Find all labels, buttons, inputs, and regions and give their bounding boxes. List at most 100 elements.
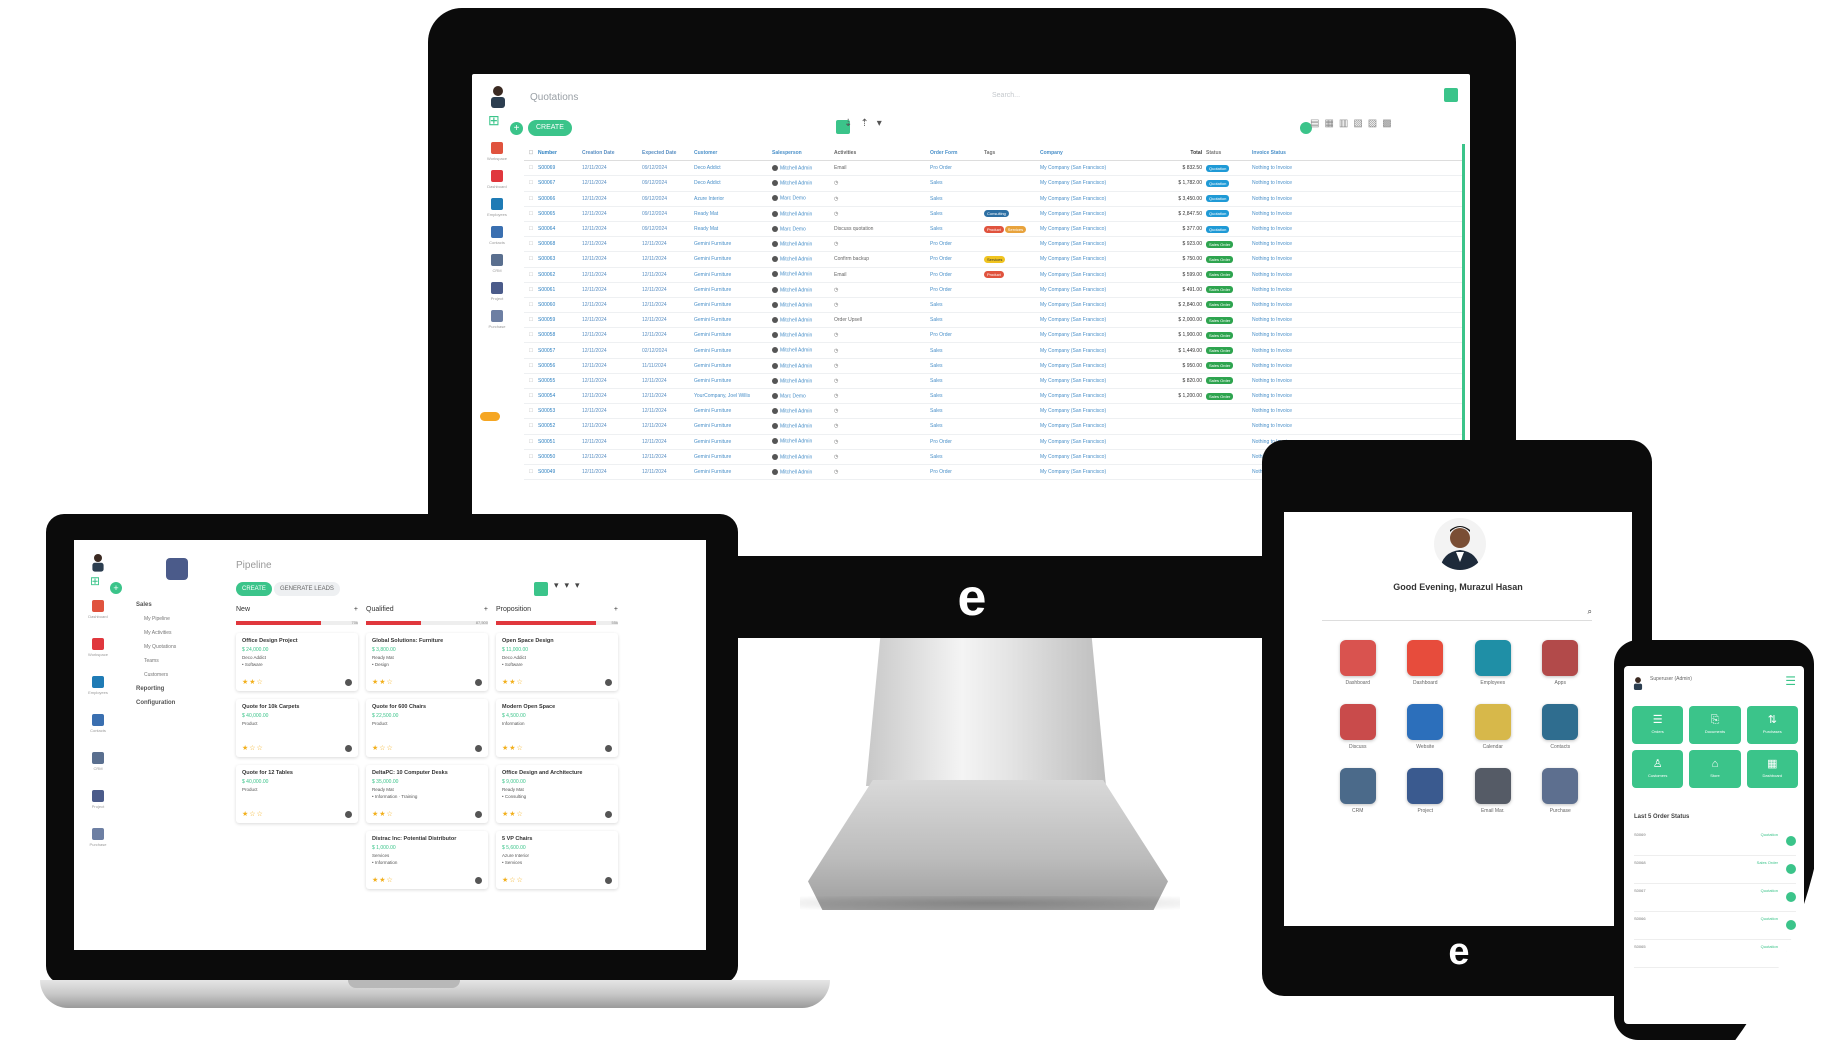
search-icon[interactable]: ⌕ <box>1588 607 1592 617</box>
activity[interactable]: ◷ <box>834 180 930 186</box>
column-add-icon[interactable]: + <box>484 606 488 618</box>
sidebar-item[interactable]: Contacts <box>78 714 118 752</box>
activity[interactable]: ◷ <box>834 423 930 429</box>
search-button[interactable] <box>1444 88 1458 102</box>
activity[interactable]: ◷ <box>834 469 930 475</box>
menu-customers[interactable]: Customers <box>136 672 176 686</box>
table-row[interactable]: ☐ S00058 12/11/2024 12/11/2024 Gemini Furnit… <box>524 328 1464 344</box>
table-row[interactable]: ☐ S00061 12/11/2024 12/11/2024 Gemini Furnit… <box>524 283 1464 298</box>
column-header[interactable]: Order Form <box>930 150 984 156</box>
menu-teams[interactable]: Teams <box>136 658 176 672</box>
toolbar-icons[interactable]: ▾▾▾ <box>554 580 586 591</box>
table-row[interactable]: ☐ S00052 12/11/2024 12/11/2024 Gemini Furnit… <box>524 419 1464 435</box>
kanban-card[interactable]: Global Solutions: Furniture $ 3,800.00 Rea… <box>366 633 488 691</box>
table-row[interactable]: ☐ S00065 12/11/2024 09/12/2024 Ready Mat Mitc… <box>524 207 1464 222</box>
sidebar-item[interactable]: Contacts <box>482 226 512 252</box>
activity[interactable]: ◷ <box>834 332 930 338</box>
app-tile[interactable]: Discuss <box>1324 704 1392 750</box>
row-checkbox[interactable]: ☐ <box>524 180 538 186</box>
quotation-number[interactable]: S00058 <box>538 332 582 338</box>
sidebar-item[interactable]: Workspace <box>482 142 512 168</box>
user-avatar-icon[interactable] <box>488 84 508 108</box>
quotation-number[interactable]: S00063 <box>538 256 582 262</box>
customer-link[interactable]: Deco Addict <box>694 180 772 186</box>
row-checkbox[interactable]: ☐ <box>524 256 538 262</box>
column-header[interactable]: Expected Date <box>642 150 694 156</box>
app-tile[interactable]: Purchase <box>1527 768 1595 814</box>
column-header[interactable]: Company <box>1040 150 1160 156</box>
apps-grid-icon[interactable]: ⊞ <box>90 574 100 588</box>
column-header[interactable]: Total <box>1160 150 1206 156</box>
toolbar-icons[interactable]: ⇣⇡▾ <box>844 118 890 129</box>
activity[interactable]: ◷ <box>834 211 930 217</box>
quotation-number[interactable]: S00067 <box>538 180 582 186</box>
row-checkbox[interactable]: ☐ <box>524 241 538 247</box>
priority-stars[interactable]: ★☆☆ <box>242 810 264 818</box>
row-checkbox[interactable]: ☐ <box>524 363 538 369</box>
activity[interactable]: Discuss quotation <box>834 226 930 232</box>
activity[interactable]: ◷ <box>834 378 930 384</box>
table-row[interactable]: ☐ S00060 12/11/2024 12/11/2024 Gemini Furnit… <box>524 298 1464 314</box>
customer-link[interactable]: Gemini Furniture <box>694 256 772 262</box>
table-row[interactable]: ☐ S00059 12/11/2024 12/11/2024 Gemini Furnit… <box>524 313 1464 329</box>
activity[interactable]: Email <box>834 165 930 171</box>
activity[interactable]: ◷ <box>834 287 930 293</box>
customer-link[interactable]: Gemini Furniture <box>694 363 772 369</box>
quotation-number[interactable]: S00055 <box>538 378 582 384</box>
activity[interactable]: Confirm backup <box>834 256 930 262</box>
app-tile[interactable]: Employees <box>1459 640 1527 686</box>
activity[interactable]: ◷ <box>834 393 930 399</box>
table-row[interactable]: ☐ S00067 12/11/2024 09/12/2024 Deco Addict Mi… <box>524 176 1464 192</box>
customer-link[interactable]: Gemini Furniture <box>694 317 772 323</box>
app-tile[interactable]: Website <box>1392 704 1460 750</box>
app-tile[interactable]: Dashboard <box>1392 640 1460 686</box>
customer-link[interactable]: Gemini Furniture <box>694 423 772 429</box>
quotation-number[interactable]: S00051 <box>538 439 582 445</box>
kanban-card[interactable]: Quote for 12 Tables $ 40,000.00 Product ★☆☆ <box>236 765 358 823</box>
quotation-number[interactable]: S00059 <box>538 317 582 323</box>
sidebar-item[interactable]: Dashboard <box>482 170 512 196</box>
customer-link[interactable]: Ready Mat <box>694 226 772 232</box>
row-checkbox[interactable]: ☐ <box>524 469 538 475</box>
column-add-icon[interactable]: + <box>354 606 358 618</box>
add-icon[interactable]: + <box>510 122 523 135</box>
kanban-card[interactable]: Quote for 600 Chairs $ 22,500.00 Product ★☆… <box>366 699 488 757</box>
customer-link[interactable]: Gemini Furniture <box>694 241 772 247</box>
customer-link[interactable]: Gemini Furniture <box>694 272 772 278</box>
quotation-number[interactable]: S00052 <box>538 423 582 429</box>
quotation-number[interactable]: S00049 <box>538 469 582 475</box>
activity[interactable]: ◷ <box>834 363 930 369</box>
sidebar-item[interactable]: Project <box>482 282 512 308</box>
customer-link[interactable]: Gemini Furniture <box>694 454 772 460</box>
table-row[interactable]: ☐ S00068 12/11/2024 12/11/2024 Gemini Furnit… <box>524 237 1464 253</box>
customer-link[interactable]: Gemini Furniture <box>694 287 772 293</box>
customer-link[interactable]: Gemini Furniture <box>694 302 772 308</box>
menu-reporting[interactable]: Reporting <box>136 686 176 700</box>
column-header[interactable]: Invoice Status <box>1252 150 1322 156</box>
select-all-checkbox[interactable]: ☐ <box>524 150 538 156</box>
priority-stars[interactable]: ★☆☆ <box>372 744 394 752</box>
customer-link[interactable]: Gemini Furniture <box>694 469 772 475</box>
theme-toggle[interactable] <box>480 412 500 421</box>
column-header[interactable]: Tags <box>984 150 1040 156</box>
quotation-number[interactable]: S00066 <box>538 196 582 202</box>
column-header[interactable]: Creation Date <box>582 150 642 156</box>
customer-link[interactable]: Deco Addict <box>694 165 772 171</box>
priority-stars[interactable]: ★★☆ <box>502 810 524 818</box>
kanban-card[interactable]: Open Space Design $ 11,000.00 Deco Addict •… <box>496 633 618 691</box>
kanban-card[interactable]: 5 VP Chairs $ 5,600.00 Azure Interior • Ser… <box>496 831 618 889</box>
table-row[interactable]: ☐ S00069 12/11/2024 09/12/2024 Deco Addict Mi… <box>524 161 1464 177</box>
priority-stars[interactable]: ★☆☆ <box>242 744 264 752</box>
row-checkbox[interactable]: ☐ <box>524 165 538 171</box>
row-checkbox[interactable]: ☐ <box>524 211 538 217</box>
sidebar-item[interactable]: Employees <box>78 676 118 714</box>
row-checkbox[interactable]: ☐ <box>524 317 538 323</box>
activity[interactable]: ◷ <box>834 196 930 202</box>
kanban-card[interactable]: Modern Open Space $ 4,500.00 Information ★★… <box>496 699 618 757</box>
app-tile[interactable]: Project <box>1392 768 1460 814</box>
column-add-icon[interactable]: + <box>614 606 618 618</box>
generate-leads-button[interactable]: GENERATE LEADS <box>274 582 340 596</box>
customer-link[interactable]: Gemini Furniture <box>694 408 772 414</box>
menu-my-quotations[interactable]: My Quotations <box>136 644 176 658</box>
menu-configuration[interactable]: Configuration <box>136 700 176 714</box>
